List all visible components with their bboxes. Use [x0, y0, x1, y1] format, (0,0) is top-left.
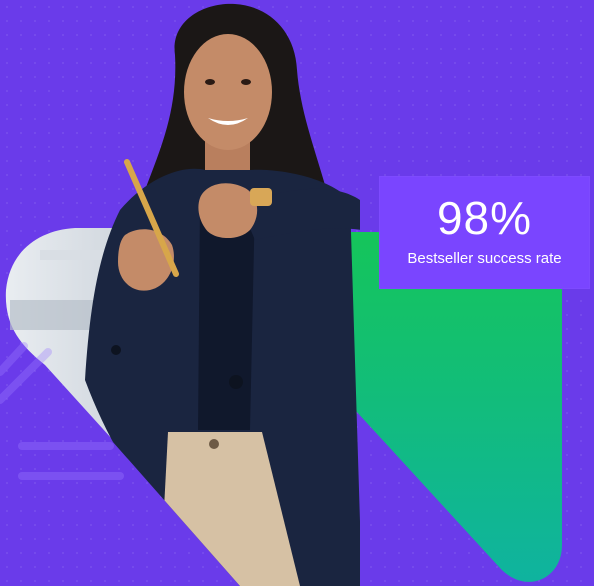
- office-desk: [10, 300, 100, 330]
- stat-card: 98% Bestseller success rate: [379, 176, 590, 289]
- office-shelf: [40, 250, 110, 260]
- hero-illustration: [0, 3, 562, 586]
- stat-label: Bestseller success rate: [407, 250, 562, 267]
- person-figure: [85, 3, 360, 586]
- stat-value: 98%: [436, 192, 533, 244]
